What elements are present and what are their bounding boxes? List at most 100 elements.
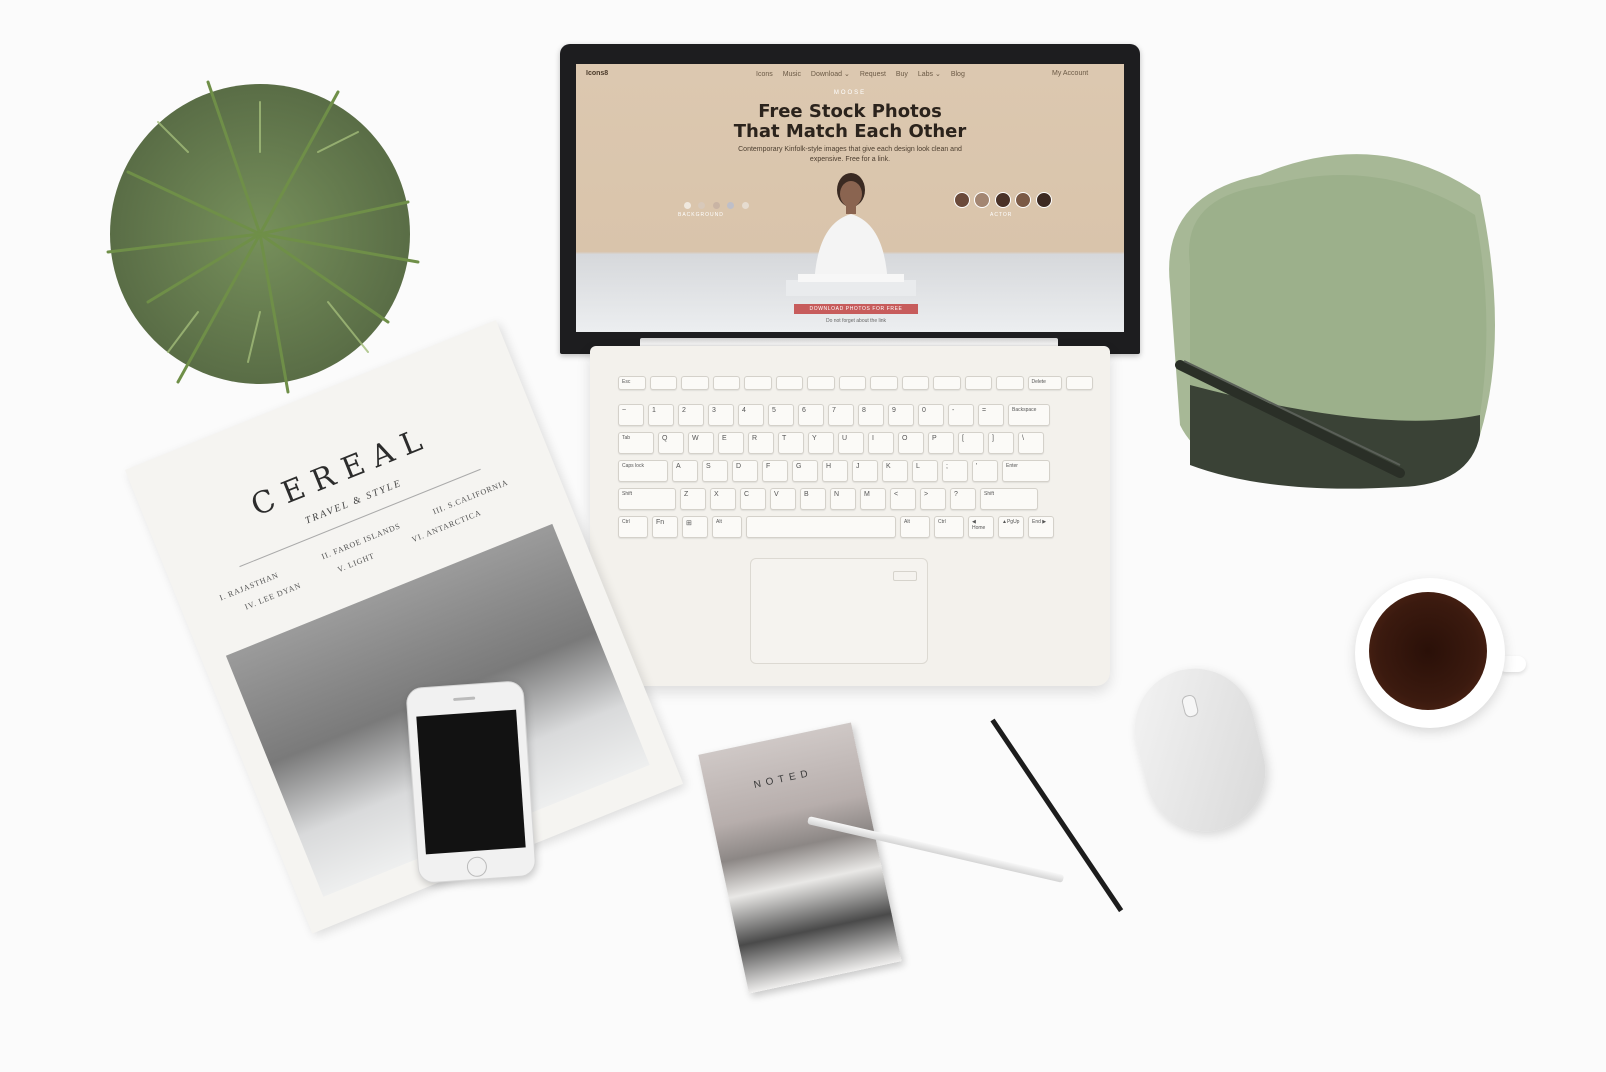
key-1[interactable]: 1 xyxy=(648,404,674,426)
key--home[interactable]: ◀ Home xyxy=(968,516,994,538)
potted-plant xyxy=(106,80,420,394)
key-g[interactable]: G xyxy=(792,460,818,482)
key-t[interactable]: T xyxy=(778,432,804,454)
key-alt[interactable]: Alt xyxy=(900,516,930,538)
key-ctrl[interactable]: Ctrl xyxy=(934,516,964,538)
key-f[interactable]: F xyxy=(762,460,788,482)
key-fn[interactable]: Fn xyxy=(652,516,678,538)
key-9[interactable]: 9 xyxy=(888,404,914,426)
key--[interactable]: [ xyxy=(958,432,984,454)
key-blank[interactable] xyxy=(901,376,929,390)
black-pencil xyxy=(990,718,1124,913)
key-x[interactable]: X xyxy=(710,488,736,510)
hero-subtitle: Contemporary Kinfolk-style images that g… xyxy=(738,146,962,163)
phone-screen xyxy=(416,709,526,855)
key-c[interactable]: C xyxy=(740,488,766,510)
key-esc[interactable]: Esc xyxy=(618,376,646,390)
key-blank[interactable] xyxy=(746,516,896,538)
key--[interactable]: ⊞ xyxy=(682,516,708,538)
key-3[interactable]: 3 xyxy=(708,404,734,426)
key--[interactable]: ? xyxy=(950,488,976,510)
key-l[interactable]: L xyxy=(912,460,938,482)
key-end-[interactable]: End ▶ xyxy=(1028,516,1054,538)
key--[interactable]: - xyxy=(948,404,974,426)
key-q[interactable]: Q xyxy=(658,432,684,454)
computer-mouse xyxy=(1121,655,1279,845)
actor-avatars[interactable] xyxy=(954,192,1052,213)
key-6[interactable]: 6 xyxy=(798,404,824,426)
key-blank[interactable] xyxy=(838,376,866,390)
key-shift[interactable]: Shift xyxy=(618,488,676,510)
key-b[interactable]: B xyxy=(800,488,826,510)
key-n[interactable]: N xyxy=(830,488,856,510)
key-d[interactable]: D xyxy=(732,460,758,482)
key-m[interactable]: M xyxy=(860,488,886,510)
my-account-link[interactable]: My Account xyxy=(1052,70,1088,77)
key-h[interactable]: H xyxy=(822,460,848,482)
key-k[interactable]: K xyxy=(882,460,908,482)
key-i[interactable]: I xyxy=(868,432,894,454)
key-2[interactable]: 2 xyxy=(678,404,704,426)
key-y[interactable]: Y xyxy=(808,432,834,454)
phone-speaker xyxy=(453,696,476,702)
nav-item-buy[interactable]: Buy xyxy=(896,71,908,78)
key-5[interactable]: 5 xyxy=(768,404,794,426)
key-backspace[interactable]: Backspace xyxy=(1008,404,1050,426)
key--[interactable]: ] xyxy=(988,432,1014,454)
nav-item-download[interactable]: Download ⌄ xyxy=(811,70,850,78)
key-a[interactable]: A xyxy=(672,460,698,482)
key-7[interactable]: 7 xyxy=(828,404,854,426)
key-j[interactable]: J xyxy=(852,460,878,482)
key-w[interactable]: W xyxy=(688,432,714,454)
key-ctrl[interactable]: Ctrl xyxy=(618,516,648,538)
key--[interactable]: > xyxy=(920,488,946,510)
key-p[interactable]: P xyxy=(928,432,954,454)
key-v[interactable]: V xyxy=(770,488,796,510)
key-u[interactable]: U xyxy=(838,432,864,454)
key-blank[interactable] xyxy=(712,376,740,390)
site-logo[interactable]: Icons8 xyxy=(586,70,608,77)
nav-item-music[interactable]: Music xyxy=(783,71,801,78)
key-blank[interactable] xyxy=(1065,376,1093,390)
nav-item-request[interactable]: Request xyxy=(860,71,886,78)
nav-item-icons[interactable]: Icons xyxy=(756,71,773,78)
key-tab[interactable]: Tab xyxy=(618,432,654,454)
nav-item-labs[interactable]: Labs ⌄ xyxy=(918,70,941,78)
key-blank[interactable] xyxy=(744,376,772,390)
key-delete[interactable]: Delete xyxy=(1027,376,1062,390)
key-blank[interactable] xyxy=(933,376,961,390)
toc-item: VI. ANTARCTICA xyxy=(410,508,483,545)
key-blank[interactable] xyxy=(996,376,1024,390)
key-r[interactable]: R xyxy=(748,432,774,454)
key-blank[interactable] xyxy=(964,376,992,390)
download-cta-button[interactable]: DOWNLOAD PHOTOS FOR FREE xyxy=(794,304,918,314)
key--[interactable]: = xyxy=(978,404,1004,426)
key-blank[interactable] xyxy=(649,376,677,390)
key-alt[interactable]: Alt xyxy=(712,516,742,538)
key-blank[interactable] xyxy=(775,376,803,390)
key-shift[interactable]: Shift xyxy=(980,488,1038,510)
key-enter[interactable]: Enter xyxy=(1002,460,1050,482)
key-caps-lock[interactable]: Caps lock xyxy=(618,460,668,482)
home-button xyxy=(466,856,488,878)
key--[interactable]: ; xyxy=(942,460,968,482)
cta-note: Do not forget about the link xyxy=(825,318,887,324)
key--[interactable]: ' xyxy=(972,460,998,482)
key-s[interactable]: S xyxy=(702,460,728,482)
nav-item-blog[interactable]: Blog xyxy=(951,71,965,78)
key-blank[interactable] xyxy=(807,376,835,390)
key--[interactable]: \ xyxy=(1018,432,1044,454)
key-8[interactable]: 8 xyxy=(858,404,884,426)
key-blank[interactable] xyxy=(681,376,709,390)
key--[interactable]: < xyxy=(890,488,916,510)
key-4[interactable]: 4 xyxy=(738,404,764,426)
key--pgup[interactable]: ▲PgUp xyxy=(998,516,1024,538)
key-e[interactable]: E xyxy=(718,432,744,454)
key-0[interactable]: 0 xyxy=(918,404,944,426)
key-o[interactable]: O xyxy=(898,432,924,454)
key--[interactable]: ~ xyxy=(618,404,644,426)
key-blank[interactable] xyxy=(870,376,898,390)
notebook: NOTED xyxy=(698,722,902,994)
trackpad[interactable] xyxy=(750,558,928,664)
key-z[interactable]: Z xyxy=(680,488,706,510)
